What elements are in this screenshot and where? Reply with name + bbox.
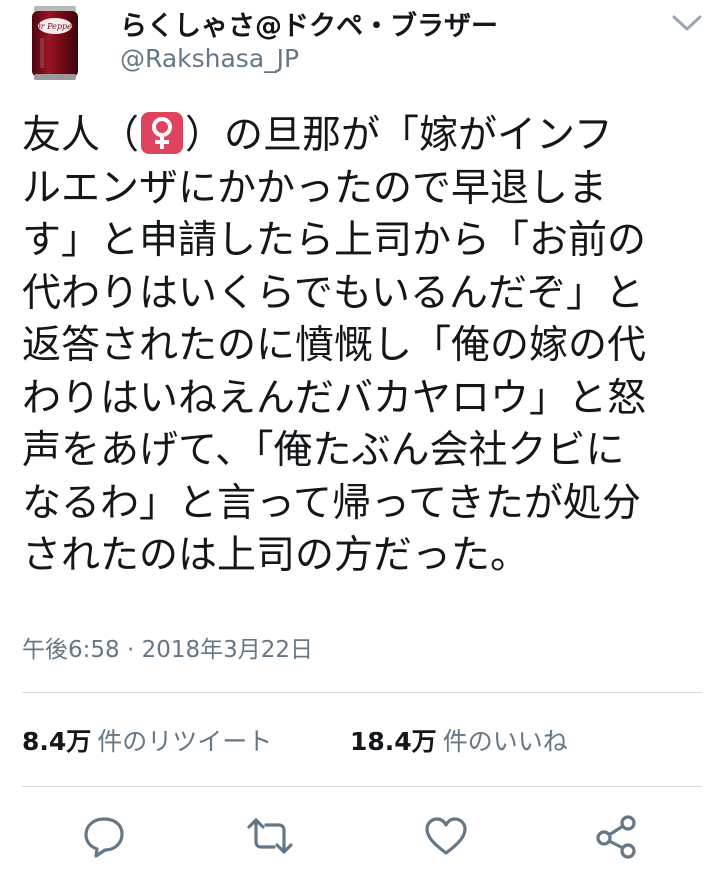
female-sign-icon xyxy=(141,112,184,154)
tweet-line: す」と申請したら上司から「お前の xyxy=(22,218,647,263)
retweet-icon[interactable] xyxy=(246,812,294,860)
retweet-count: 8.4万 xyxy=(22,727,92,756)
tweet-line: 返答されたのに憤慨し「俺の嫁の代 xyxy=(22,323,647,368)
divider xyxy=(22,786,702,787)
tweet-line: されたのは上司の方だった。 xyxy=(22,533,530,578)
tweet-timestamp[interactable]: 午後6:58 · 2018年3月22日 xyxy=(22,630,313,664)
chevron-down-icon[interactable] xyxy=(670,12,704,34)
display-name[interactable]: らくしゃさ@ドクペ・ブラザー xyxy=(120,4,498,43)
tweet-line: わりはいねえんだバカヤロウ」と怒 xyxy=(22,375,647,421)
user-handle[interactable]: @Rakshasa_JP xyxy=(120,44,299,73)
like-count: 18.4万 xyxy=(350,727,437,756)
like-icon[interactable] xyxy=(422,812,470,860)
reply-icon[interactable] xyxy=(80,812,128,860)
retweet-count-link[interactable]: 8.4万 件のリツイート xyxy=(22,722,272,758)
divider xyxy=(22,692,702,693)
retweet-label: 件のリツイート xyxy=(97,727,273,756)
tweet-line: なるわ」と言って帰ってきたが処分 xyxy=(22,480,641,526)
can-logo-text: Dr Pepper xyxy=(33,22,77,31)
tweet-line: 声をあげて、「俺たぶん会社クビに xyxy=(22,428,625,473)
like-count-link[interactable]: 18.4万 件のいいね xyxy=(350,722,568,758)
like-label: 件のいいね xyxy=(442,727,568,756)
action-bar xyxy=(0,800,720,872)
tweet-line: ルエンザにかかったので早退しま xyxy=(22,165,608,211)
tweet-text: 友人（ ）の旦那が「嫁がインフ ルエンザにかかったので早退しま す」と申請したら上… xyxy=(22,110,712,583)
avatar[interactable]: Dr Pepper xyxy=(30,4,80,82)
dr-pepper-can-image: Dr Pepper xyxy=(32,6,78,80)
share-icon[interactable] xyxy=(592,812,640,860)
tweet-line: 代わりはいくらでもいるんだぞ」と xyxy=(22,270,645,316)
tweet-line: 友人（ ）の旦那が「嫁がインフ xyxy=(22,112,613,158)
